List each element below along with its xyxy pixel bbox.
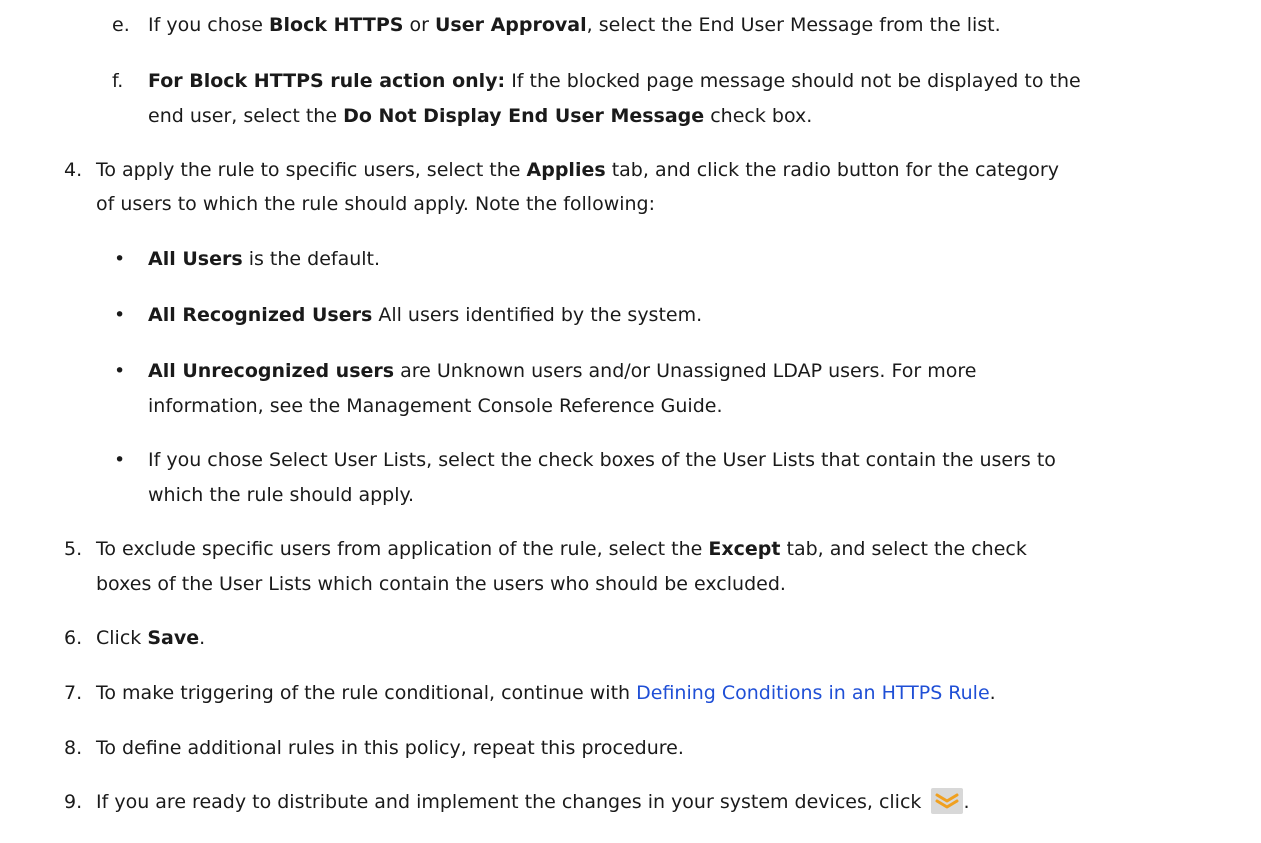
step-8-line: To define additional rules in this polic… xyxy=(96,737,684,759)
bullet-marker: • xyxy=(114,360,126,382)
bullet-all-recognized-users: All Recognized Users All users identifie… xyxy=(148,304,703,326)
step-9-marker: 9. xyxy=(64,791,83,813)
bullet-select-user-lists-line-1: If you chose Select User Lists, select t… xyxy=(148,449,1056,471)
bullet-all-unrecognized-users-line-1: All Unrecognized users are Unknown users… xyxy=(148,360,977,382)
step-6-marker: 6. xyxy=(64,627,83,649)
step-7-line: To make triggering of the rule condition… xyxy=(96,682,996,704)
step-5-marker: 5. xyxy=(64,538,83,560)
bullet-select-user-lists-line-2: which the rule should apply. xyxy=(148,484,415,506)
step-4-line-2: of users to which the rule should apply.… xyxy=(96,193,656,215)
bullet-marker: • xyxy=(114,248,126,270)
step-f-marker: f. xyxy=(112,70,124,92)
step-6-line: Click Save. xyxy=(96,627,206,649)
defining-conditions-link[interactable]: Defining Conditions in an HTTPS Rule xyxy=(636,682,990,704)
step-f-line-2: end user, select the Do Not Display End … xyxy=(148,105,813,127)
bullet-all-users: All Users is the default. xyxy=(148,248,381,270)
step-9-line: If you are ready to distribute and imple… xyxy=(96,786,969,818)
distribute-changes-icon[interactable] xyxy=(931,788,964,814)
step-4-line-1: To apply the rule to specific users, sel… xyxy=(96,159,1059,181)
step-7-marker: 7. xyxy=(64,682,83,704)
step-5-line-1: To exclude specific users from applicati… xyxy=(96,538,1027,560)
step-f-line-1: For Block HTTPS rule action only: If the… xyxy=(148,70,1081,92)
step-e-marker: e. xyxy=(112,14,130,36)
step-4-marker: 4. xyxy=(64,159,83,181)
document-page: e. If you chose Block HTTPS or User Appr… xyxy=(0,0,1261,843)
step-8-marker: 8. xyxy=(64,737,83,759)
bullet-marker: • xyxy=(114,304,126,326)
step-e-line-1: If you chose Block HTTPS or User Approva… xyxy=(148,14,1001,36)
bullet-marker: • xyxy=(114,449,126,471)
bullet-all-unrecognized-users-line-2: information, see the Management Console … xyxy=(148,395,723,417)
step-5-line-2: boxes of the User Lists which contain th… xyxy=(96,573,786,595)
